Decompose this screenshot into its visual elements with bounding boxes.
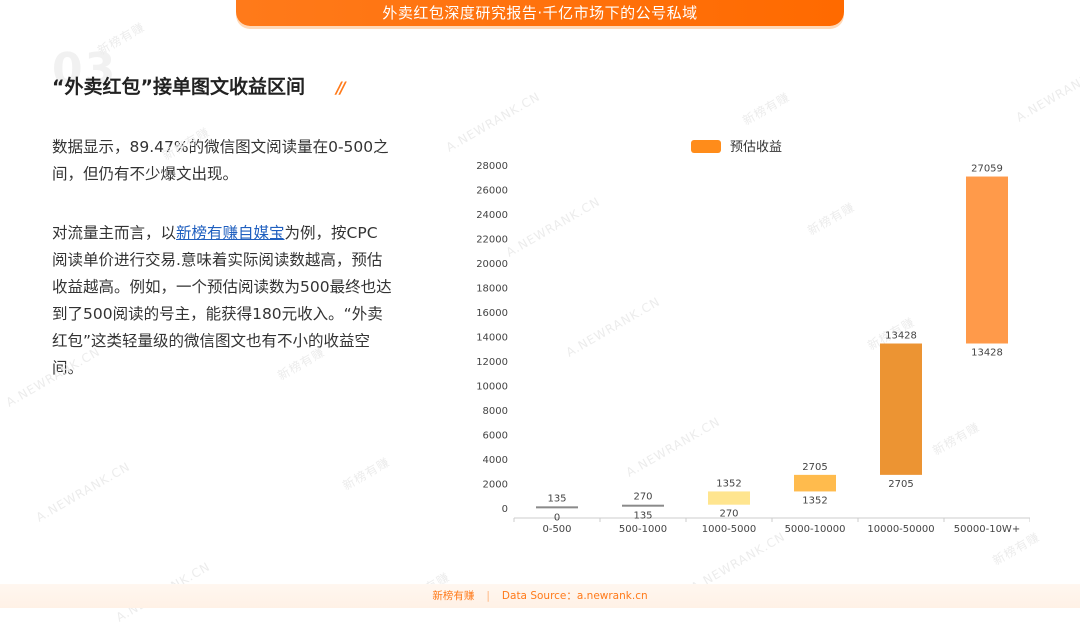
data-label-low: 13428: [971, 348, 1003, 359]
x-tick-label: 5000-10000: [785, 524, 846, 535]
paragraph-cpc-body: 为例，按CPC阅读单价进行交易.意味着实际阅读数越高，预估收益越高。例如，一个预…: [52, 224, 392, 377]
y-tick-label: 16000: [476, 308, 508, 319]
data-label-high: 270: [633, 492, 652, 503]
data-label-low: 135: [633, 511, 652, 522]
y-tick-label: 26000: [476, 186, 508, 197]
y-tick-label: 10000: [476, 382, 508, 393]
page-title: “外卖红包”接单图文收益区间: [52, 76, 305, 98]
title-slash-decoration: //: [336, 78, 346, 97]
y-tick-label: 18000: [476, 284, 508, 295]
legend-swatch: [691, 140, 721, 153]
watermark: 新榜有赚: [340, 454, 393, 493]
bar-500-1000: [622, 504, 664, 507]
y-tick-label: 8000: [483, 406, 508, 417]
y-tick-label: 6000: [483, 431, 508, 442]
data-label-low: 2705: [888, 479, 913, 490]
paragraph-cpc: 对流量主而言，以新榜有赚自媒宝为例，按CPC阅读单价进行交易.意味着实际阅读数越…: [52, 220, 392, 382]
income-range-chart: 预估收益 0 2000 4000 6000 8000 10000 12000 14000 1600…: [476, 140, 1030, 535]
y-tick-label: 0: [502, 504, 508, 515]
bar-10000-50000: [880, 343, 922, 475]
footer-separator: |: [486, 590, 490, 602]
x-tick-label: 0-500: [542, 524, 571, 535]
x-tick-label: 1000-5000: [702, 524, 757, 535]
paragraph-cpc-lead: 对流量主而言，以: [52, 224, 177, 242]
bar-0-500: [536, 506, 578, 509]
paragraph-stats: 数据显示，89.47%的微信图文阅读量在0-500之间，但仍有不少爆文出现。: [52, 138, 389, 183]
watermark: A.NEWRANK.CN: [33, 459, 133, 525]
y-tick-label: 24000: [476, 210, 508, 221]
data-label-high: 1352: [716, 478, 741, 489]
x-tick-label: 50000-10W+: [954, 524, 1020, 535]
data-label-high: 2705: [802, 462, 827, 473]
bar-1000-5000: [708, 491, 750, 505]
legend-label: 预估收益: [730, 140, 782, 155]
y-tick-label: 14000: [476, 333, 508, 344]
x-tick-label: 500-1000: [619, 524, 667, 535]
data-label-high: 13428: [885, 331, 917, 342]
footer-brand: 新榜有赚: [432, 590, 475, 602]
footer-source: Data Source：a.newrank.cn: [501, 590, 648, 602]
y-tick-label: 20000: [476, 259, 508, 270]
bar-5000-10000: [794, 474, 836, 492]
watermark: 新榜有赚: [740, 89, 793, 128]
y-tick-label: 12000: [476, 357, 508, 368]
x-tick-label: 10000-50000: [867, 524, 934, 535]
newrank-link[interactable]: 新榜有赚自媒宝: [176, 224, 285, 242]
y-tick-label: 2000: [483, 480, 508, 491]
y-tick-label: 22000: [476, 235, 508, 246]
y-tick-label: 28000: [476, 161, 508, 172]
footer: 新榜有赚 | Data Source：a.newrank.cn: [0, 588, 1080, 603]
bar-50000-10W+: [966, 176, 1008, 344]
report-banner: 外卖红包深度研究报告·千亿市场下的公号私域: [236, 0, 844, 26]
data-label-high: 135: [547, 493, 566, 504]
data-label-low: 0: [554, 512, 560, 523]
data-label-high: 27059: [971, 164, 1003, 175]
y-tick-label: 4000: [483, 455, 508, 466]
data-label-low: 1352: [802, 495, 827, 506]
watermark: A.NEWRANK.CN: [1013, 59, 1080, 125]
watermark: 新榜有赚: [95, 19, 148, 58]
data-label-low: 270: [719, 509, 738, 520]
